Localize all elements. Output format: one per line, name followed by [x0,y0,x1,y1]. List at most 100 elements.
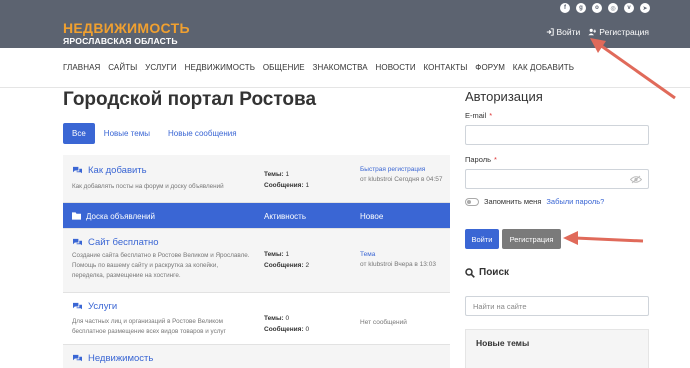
top-header: НЕДВИЖИМОСТЬ ЯРОСЛАВСКАЯ ОБЛАСТЬ f g o ◎… [0,0,690,48]
arrow-to-register-button [574,236,644,243]
forum-tabs: Все Новые темы Новые сообщения [63,123,246,144]
eye-slash-icon[interactable] [630,175,642,184]
nav-item-home[interactable]: ГЛАВНАЯ [63,63,100,72]
site-logo[interactable]: НЕДВИЖИМОСТЬ ЯРОСЛАВСКАЯ ОБЛАСТЬ [63,21,190,46]
posts-count: 0 [305,326,310,333]
sidebar: Авторизация E-mail * Пароль * Запомнить ме… [465,89,649,368]
last-post-meta: Нет сообщений [360,319,407,326]
arrow-head-icon [563,231,578,245]
email-field[interactable] [465,125,649,145]
required-mark: * [494,155,497,164]
topics-count: 1 [285,251,290,258]
forum-last-post: Нет сообщений [360,318,450,328]
header-register-label: Регистрация [599,27,649,37]
nav-item-community[interactable]: ОБЩЕНИЕ [263,63,305,72]
auth-title: Авторизация [465,89,543,104]
logo-sub-text: ЯРОСЛАВСКАЯ ОБЛАСТЬ [63,36,178,46]
last-post-meta: от klubstroi Сегодня в 04:57 [360,175,443,183]
new-topics-widget: Новые темы [465,329,649,368]
forum-description: Для частных лиц и организаций в Ростове … [72,318,226,335]
topics-label: Темы: [264,171,284,178]
last-post-link[interactable]: Тема [360,250,450,260]
email-label: E-mail * [465,111,492,120]
nav-item-forum[interactable]: ФОРУМ [475,63,505,72]
vk-icon[interactable]: v [624,3,634,13]
required-mark: * [489,111,493,120]
last-post-link[interactable]: Быстрая регистрация [360,165,450,175]
register-button[interactable]: Регистрация [502,229,561,249]
search-icon [465,267,475,278]
user-plus-icon [588,28,597,36]
forum-title-link[interactable]: Сайт бесплатно [72,237,159,248]
nav-item-sites[interactable]: САЙТЫ [108,63,137,72]
odnoklassniki-icon[interactable]: o [592,3,602,13]
category-header[interactable]: Доска объявлений Активность Новое [63,203,450,229]
page-title: Городской портал Ростова [63,89,317,110]
forum-last-post: Быстрая регистрация от klubstroi Сегодня… [360,165,450,184]
password-label-text: Пароль [465,155,492,164]
posts-label: Сообщения: [264,262,304,269]
instagram-icon[interactable]: ◎ [608,3,618,13]
search-heading: Поиск [465,267,509,278]
forum-title-link[interactable]: Услуги [72,301,117,312]
forum-stats: Темы: 1 Сообщения: 2 [264,249,309,271]
telegram-icon[interactable]: ➤ [640,3,650,13]
column-new: Новое [360,212,384,221]
posts-label: Сообщения: [264,326,304,333]
forum-row: Недвижимость [63,345,450,368]
github-icon[interactable]: g [576,3,586,13]
forum-description: Как добавлять посты на форум и доску объ… [72,183,224,190]
remember-label: Запомнить меня [484,197,542,206]
posts-label: Сообщения: [264,182,304,189]
last-post-meta: от klubstroi Вчера в 13:03 [360,260,436,268]
forum-title: Сайт бесплатно [88,237,159,248]
topics-label: Темы: [264,251,284,258]
folder-icon [72,212,81,220]
login-button[interactable]: Войти [465,229,499,249]
remember-row: Запомнить меня Забыли пароль? [465,197,604,206]
password-field[interactable] [465,169,649,189]
nav-item-how-to-add[interactable]: КАК ДОБАВИТЬ [513,63,574,72]
main-navigation: ГЛАВНАЯ САЙТЫ УСЛУГИ НЕДВИЖИМОСТЬ ОБЩЕНИ… [0,48,690,88]
search-placeholder: Найти на сайте [473,301,527,311]
category-title: Доска объявлений [86,212,155,221]
email-label-text: E-mail [465,111,487,120]
forum-last-post: Тема от klubstroi Вчера в 13:03 [360,250,450,269]
nav-item-services[interactable]: УСЛУГИ [145,63,177,72]
sign-in-icon [546,28,554,36]
topics-label: Темы: [264,315,284,322]
tab-all[interactable]: Все [63,123,95,144]
forum-title: Услуги [88,301,118,312]
forum-title-link[interactable]: Недвижимость [72,353,153,364]
password-label: Пароль * [465,155,497,164]
forum-stats: Темы: 1 Сообщения: 1 [264,169,309,191]
topics-count: 1 [285,171,290,178]
new-topics-title: Новые темы [476,338,530,348]
nav-item-realty[interactable]: НЕДВИЖИМОСТЬ [185,63,256,72]
forgot-password-link[interactable]: Забыли пароль? [546,197,604,206]
column-activity: Активность [264,212,307,221]
comments-icon [73,166,82,174]
facebook-icon[interactable]: f [560,3,570,13]
nav-item-news[interactable]: НОВОСТИ [376,63,416,72]
forum-title-link[interactable]: Как добавить [72,165,147,176]
topics-count: 0 [285,315,290,322]
logo-main-text: НЕДВИЖИМОСТЬ [63,20,190,36]
forum-title: Недвижимость [88,353,154,364]
posts-count: 2 [305,262,310,269]
comments-icon [73,354,82,362]
remember-toggle[interactable] [465,197,479,206]
header-login-link[interactable]: Войти [546,27,580,37]
header-register-link[interactable]: Регистрация [588,27,649,37]
forum-row: Услуги Для частных лиц и организаций в Р… [63,293,450,345]
nav-item-contacts[interactable]: КОНТАКТЫ [424,63,468,72]
comments-icon [73,238,82,246]
nav-item-dating[interactable]: ЗНАКОМСТВА [313,63,368,72]
forum-list: Как добавить Как добавлять посты на фору… [63,155,450,368]
tab-new-messages[interactable]: Новые сообщения [159,123,246,144]
tab-new-topics[interactable]: Новые темы [95,123,159,144]
comments-icon [73,302,82,310]
forum-row: Как добавить Как добавлять посты на фору… [63,155,450,203]
forum-row: Сайт бесплатно Создание сайта бесплатно … [63,229,450,293]
search-input[interactable]: Найти на сайте [465,296,649,316]
